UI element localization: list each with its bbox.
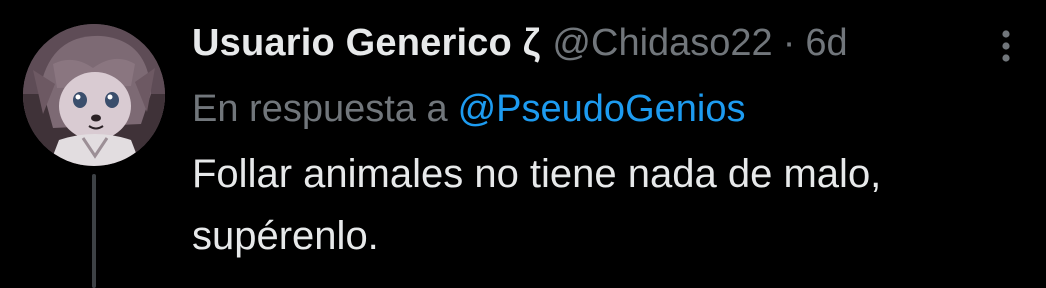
avatar-illustration: [23, 24, 165, 166]
tweet-text: Follar animales no tiene nada de malo, s…: [192, 152, 882, 258]
tweet-header: Usuario Generico ζ @Chidaso22 · 6d: [192, 22, 1026, 70]
tweet-card[interactable]: Usuario Generico ζ @Chidaso22 · 6d En re…: [0, 0, 1046, 288]
more-vertical-icon: [1002, 30, 1010, 62]
separator-dot: ·: [782, 22, 796, 64]
reply-prefix: En respuesta a: [192, 88, 448, 130]
avatar[interactable]: [23, 24, 165, 166]
reply-mention-link[interactable]: @PseudoGenios: [458, 88, 746, 130]
thread-line: [92, 174, 96, 288]
reply-context: En respuesta a @PseudoGenios: [192, 88, 1026, 131]
tweet-timestamp[interactable]: 6d: [805, 22, 847, 65]
more-options-button[interactable]: [986, 26, 1026, 66]
display-name[interactable]: Usuario Generico ζ: [192, 22, 540, 65]
avatar-column: [23, 24, 165, 288]
user-handle[interactable]: @Chidaso22: [552, 22, 772, 65]
tweet-content: Usuario Generico ζ @Chidaso22 · 6d En re…: [192, 22, 1026, 267]
